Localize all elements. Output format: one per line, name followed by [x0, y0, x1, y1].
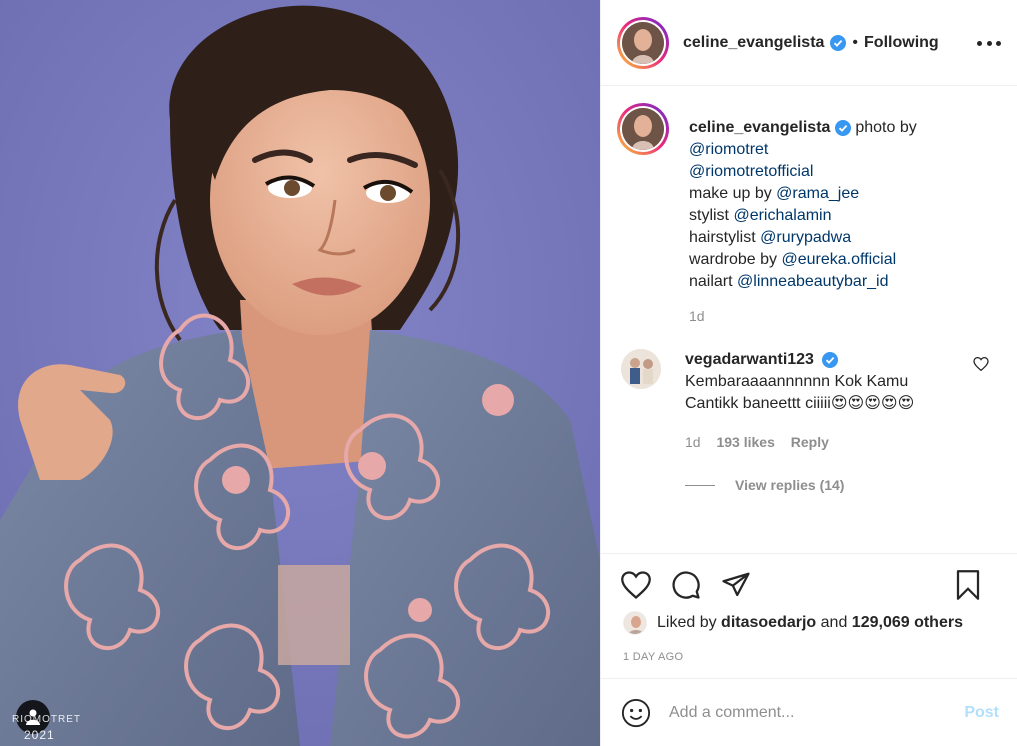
verified-badge-icon [834, 119, 851, 136]
share-button[interactable] [719, 568, 753, 602]
comment-emojis: 😍😍😍😍😍 [830, 395, 915, 412]
save-button[interactable] [951, 568, 985, 602]
reply-button[interactable]: Reply [791, 434, 829, 450]
post-photo[interactable]: RIOMOTRET 2021 [0, 0, 600, 746]
commenter-avatar[interactable] [621, 349, 661, 389]
view-replies-button[interactable]: View replies (14) [685, 477, 1001, 493]
likes-count[interactable]: 129,069 others [852, 614, 963, 632]
likes-summary: Liked by ditasoedarjo and 129,069 others [623, 611, 963, 635]
post-date[interactable]: 1 DAY AGO [623, 651, 683, 663]
mention-link[interactable]: @rama_jee [776, 185, 859, 202]
photo-watermark: RIOMOTRET [12, 714, 81, 725]
caption-avatar[interactable] [617, 103, 669, 155]
caption-line-text: nailart [689, 273, 733, 290]
share-icon [722, 572, 750, 597]
comment-input[interactable] [669, 703, 939, 722]
like-button[interactable] [619, 568, 653, 602]
mention-link[interactable]: @linneabeautybar_id [737, 273, 888, 290]
caption-line-text: stylist [689, 207, 729, 224]
caption-intro: photo by [855, 119, 917, 136]
header-separator: • [852, 33, 859, 51]
caption: celine_evangelista photo by @riomotret @… [617, 103, 1001, 327]
caption-text: celine_evangelista photo by @riomotret @… [689, 117, 917, 327]
bookmark-icon [956, 570, 980, 600]
comment-icon [672, 571, 700, 599]
liker-username[interactable]: ditasoedarjo [721, 614, 816, 632]
liker-avatar[interactable] [623, 611, 647, 635]
caption-time[interactable]: 1d [689, 305, 917, 327]
add-comment-bar: Post [601, 678, 1017, 746]
view-replies-label: View replies (14) [735, 477, 845, 493]
photo-watermark-year: 2021 [24, 728, 55, 742]
heart-icon [621, 571, 651, 599]
commenter-username[interactable]: vegadarwanti123 [685, 351, 814, 368]
post-header: celine_evangelista • Following [601, 0, 1017, 86]
comment-time[interactable]: 1d [685, 434, 701, 450]
post-comment-button[interactable]: Post [964, 704, 999, 722]
emoji-icon[interactable] [621, 698, 651, 728]
verified-badge-icon [830, 34, 847, 51]
comment-button[interactable] [669, 568, 703, 602]
mention-link[interactable]: @erichalamin [733, 207, 831, 224]
more-options-icon[interactable] [977, 33, 1001, 53]
comment-item: vegadarwanti123 Kembaraaaannnnnn Kok Kam… [617, 349, 1001, 453]
caption-author[interactable]: celine_evangelista [689, 119, 830, 136]
verified-badge-icon [822, 351, 839, 368]
caption-line-text: hairstylist [689, 229, 756, 246]
author-username[interactable]: celine_evangelista [683, 34, 824, 52]
comments-section: celine_evangelista photo by @riomotret @… [601, 87, 1017, 553]
caption-line-text: wardrobe by [689, 251, 778, 268]
mention-link[interactable]: @eureka.official [782, 251, 897, 268]
mention-link[interactable]: @riomotretofficial [689, 163, 813, 180]
post-side-panel: celine_evangelista • Following celine_ev… [600, 0, 1017, 746]
comment-meta: 1d 193 likes Reply [685, 431, 950, 453]
likes-middle: and [820, 614, 848, 631]
likes-prefix: Liked by [657, 614, 717, 631]
mention-link[interactable]: @riomotret [689, 141, 768, 158]
view-replies-line [685, 484, 715, 486]
portrait-image [0, 0, 600, 746]
author-avatar[interactable] [617, 16, 669, 69]
like-comment-icon[interactable] [973, 357, 989, 371]
caption-line-text: make up by [689, 185, 772, 202]
comment-likes[interactable]: 193 likes [716, 434, 774, 450]
following-button[interactable]: Following [864, 34, 939, 52]
mention-link[interactable]: @rurypadwa [760, 229, 851, 246]
post-actions [601, 553, 1017, 613]
